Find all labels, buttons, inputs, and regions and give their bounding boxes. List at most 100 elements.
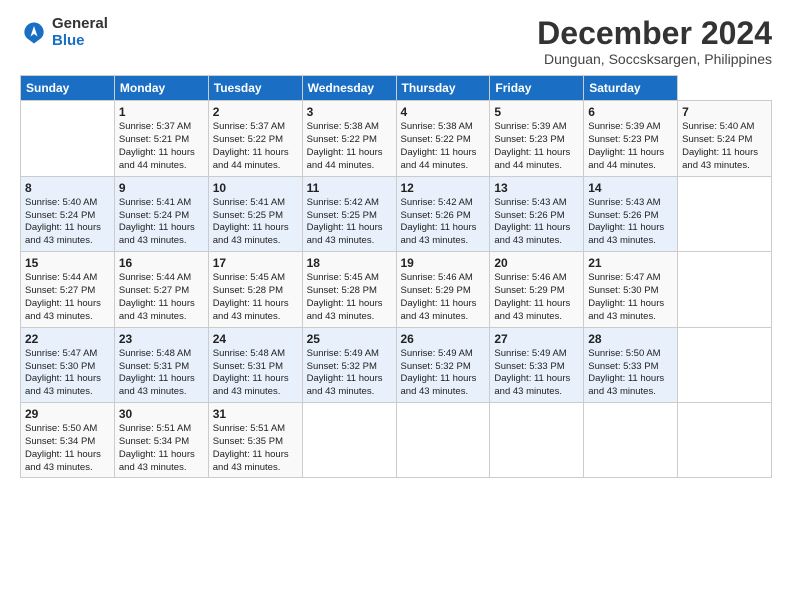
day-number: 30 <box>119 406 204 422</box>
sunrise-text: Sunrise: 5:51 AM <box>213 423 285 434</box>
calendar-cell-w3-d0: 22Sunrise: 5:47 AMSunset: 5:30 PMDayligh… <box>21 327 115 402</box>
calendar-cell-w4-d3 <box>302 402 396 477</box>
sunrise-text: Sunrise: 5:44 AM <box>25 272 97 283</box>
header-thursday: Thursday <box>396 76 490 101</box>
calendar-header: Sunday Monday Tuesday Wednesday Thursday… <box>21 76 772 101</box>
daylight-text: Daylight: 11 hours and 43 minutes. <box>401 222 477 246</box>
day-number: 16 <box>119 255 204 271</box>
calendar-cell-w2-d5: 20Sunrise: 5:46 AMSunset: 5:29 PMDayligh… <box>490 252 584 327</box>
day-number: 15 <box>25 255 110 271</box>
sunrise-text: Sunrise: 5:37 AM <box>119 121 191 132</box>
calendar-cell-w3-d5: 27Sunrise: 5:49 AMSunset: 5:33 PMDayligh… <box>490 327 584 402</box>
day-number: 12 <box>401 180 486 196</box>
calendar-cell-w2-d3: 18Sunrise: 5:45 AMSunset: 5:28 PMDayligh… <box>302 252 396 327</box>
calendar-cell-w4-d6 <box>584 402 678 477</box>
sunrise-text: Sunrise: 5:42 AM <box>401 197 473 208</box>
calendar-cell-w1-d5: 13Sunrise: 5:43 AMSunset: 5:26 PMDayligh… <box>490 176 584 251</box>
header: General Blue December 2024 Dunguan, Socc… <box>20 16 772 67</box>
calendar-cell-w2-d4: 19Sunrise: 5:46 AMSunset: 5:29 PMDayligh… <box>396 252 490 327</box>
sunrise-text: Sunrise: 5:41 AM <box>119 197 191 208</box>
day-number: 18 <box>307 255 392 271</box>
sunset-text: Sunset: 5:29 PM <box>494 285 564 296</box>
calendar-week-4: 29Sunrise: 5:50 AMSunset: 5:34 PMDayligh… <box>21 402 772 477</box>
sunset-text: Sunset: 5:24 PM <box>25 210 95 221</box>
logo-icon <box>20 19 48 47</box>
calendar-cell-w4-d5 <box>490 402 584 477</box>
day-number: 29 <box>25 406 110 422</box>
sunset-text: Sunset: 5:22 PM <box>213 134 283 145</box>
calendar-cell-w0-d1: 1Sunrise: 5:37 AMSunset: 5:21 PMDaylight… <box>114 101 208 176</box>
calendar-cell-w4-d4 <box>396 402 490 477</box>
calendar-cell-w4-d0: 29Sunrise: 5:50 AMSunset: 5:34 PMDayligh… <box>21 402 115 477</box>
daylight-text: Daylight: 11 hours and 43 minutes. <box>401 298 477 322</box>
calendar-cell-w2-d2: 17Sunrise: 5:45 AMSunset: 5:28 PMDayligh… <box>208 252 302 327</box>
sunset-text: Sunset: 5:34 PM <box>25 436 95 447</box>
day-number: 5 <box>494 104 579 120</box>
day-number: 3 <box>307 104 392 120</box>
daylight-text: Daylight: 11 hours and 43 minutes. <box>588 298 664 322</box>
sunset-text: Sunset: 5:30 PM <box>588 285 658 296</box>
daylight-text: Daylight: 11 hours and 43 minutes. <box>682 147 758 171</box>
daylight-text: Daylight: 11 hours and 44 minutes. <box>494 147 570 171</box>
sunrise-text: Sunrise: 5:48 AM <box>119 348 191 359</box>
calendar-cell-w3-d4: 26Sunrise: 5:49 AMSunset: 5:32 PMDayligh… <box>396 327 490 402</box>
sunset-text: Sunset: 5:26 PM <box>588 210 658 221</box>
sunrise-text: Sunrise: 5:46 AM <box>494 272 566 283</box>
sunrise-text: Sunrise: 5:47 AM <box>588 272 660 283</box>
sunrise-text: Sunrise: 5:40 AM <box>25 197 97 208</box>
sunset-text: Sunset: 5:26 PM <box>401 210 471 221</box>
daylight-text: Daylight: 11 hours and 43 minutes. <box>25 373 101 397</box>
calendar-cell-w2-d0: 15Sunrise: 5:44 AM Sunset: 5:27 PM Dayligh… <box>21 252 115 327</box>
calendar-week-1: 8Sunrise: 5:40 AMSunset: 5:24 PMDaylight… <box>21 176 772 251</box>
sunrise-text: Sunrise: 5:45 AM <box>307 272 379 283</box>
calendar-cell-w1-d1: 9Sunrise: 5:41 AMSunset: 5:24 PMDaylight… <box>114 176 208 251</box>
sunset-text: Sunset: 5:31 PM <box>119 361 189 372</box>
daylight-text: Daylight: 11 hours and 43 minutes. <box>307 222 383 246</box>
sunrise-text: Sunrise: 5:45 AM <box>213 272 285 283</box>
sunrise-text: Sunrise: 5:39 AM <box>494 121 566 132</box>
sunset-text: Sunset: 5:26 PM <box>494 210 564 221</box>
sunrise-text: Sunrise: 5:40 AM <box>682 121 754 132</box>
calendar-cell-w3-d3: 25Sunrise: 5:49 AMSunset: 5:32 PMDayligh… <box>302 327 396 402</box>
day-number: 7 <box>682 104 767 120</box>
day-number: 2 <box>213 104 298 120</box>
sunset-text: Sunset: 5:27 PM <box>25 285 95 296</box>
sunset-text: Sunset: 5:28 PM <box>307 285 377 296</box>
sunrise-text: Sunrise: 5:49 AM <box>401 348 473 359</box>
calendar-cell-w1-d4: 12Sunrise: 5:42 AM Sunset: 5:26 PMDayligh… <box>396 176 490 251</box>
calendar-table: Sunday Monday Tuesday Wednesday Thursday… <box>20 75 772 478</box>
sunrise-text: Sunrise: 5:50 AM <box>588 348 660 359</box>
day-number: 10 <box>213 180 298 196</box>
daylight-text: Daylight: 11 hours and 43 minutes. <box>25 298 101 322</box>
sunrise-text: Sunrise: 5:39 AM <box>588 121 660 132</box>
header-row: Sunday Monday Tuesday Wednesday Thursday… <box>21 76 772 101</box>
header-sunday: Sunday <box>21 76 115 101</box>
calendar-body: 1Sunrise: 5:37 AMSunset: 5:21 PMDaylight… <box>21 101 772 478</box>
sunset-text: Sunset: 5:35 PM <box>213 436 283 447</box>
day-number: 13 <box>494 180 579 196</box>
day-number: 9 <box>119 180 204 196</box>
daylight-text: Daylight: 11 hours and 43 minutes. <box>494 373 570 397</box>
calendar-week-0: 1Sunrise: 5:37 AMSunset: 5:21 PMDaylight… <box>21 101 772 176</box>
sunset-text: Sunset: 5:32 PM <box>307 361 377 372</box>
sunrise-text: Sunrise: 5:43 AM <box>494 197 566 208</box>
day-number: 11 <box>307 180 392 196</box>
sunrise-text: Sunrise: 5:38 AM <box>401 121 473 132</box>
header-friday: Friday <box>490 76 584 101</box>
calendar-cell-w2-d1: 16Sunrise: 5:44 AMSunset: 5:27 PMDayligh… <box>114 252 208 327</box>
daylight-text: Daylight: 11 hours and 44 minutes. <box>588 147 664 171</box>
sunset-text: Sunset: 5:22 PM <box>307 134 377 145</box>
daylight-text: Daylight: 11 hours and 43 minutes. <box>588 373 664 397</box>
day-number: 25 <box>307 331 392 347</box>
sunset-text: Sunset: 5:24 PM <box>682 134 752 145</box>
sunrise-text: Sunrise: 5:50 AM <box>25 423 97 434</box>
day-number: 1 <box>119 104 204 120</box>
sunrise-text: Sunrise: 5:51 AM <box>119 423 191 434</box>
sunrise-text: Sunrise: 5:42 AM <box>307 197 379 208</box>
sunrise-text: Sunrise: 5:41 AM <box>213 197 285 208</box>
daylight-text: Daylight: 11 hours and 43 minutes. <box>25 222 101 246</box>
sunrise-text: Sunrise: 5:44 AM <box>119 272 191 283</box>
day-number: 28 <box>588 331 673 347</box>
daylight-text: Daylight: 11 hours and 44 minutes. <box>119 147 195 171</box>
calendar-cell-w1-d0: 8Sunrise: 5:40 AMSunset: 5:24 PMDaylight… <box>21 176 115 251</box>
